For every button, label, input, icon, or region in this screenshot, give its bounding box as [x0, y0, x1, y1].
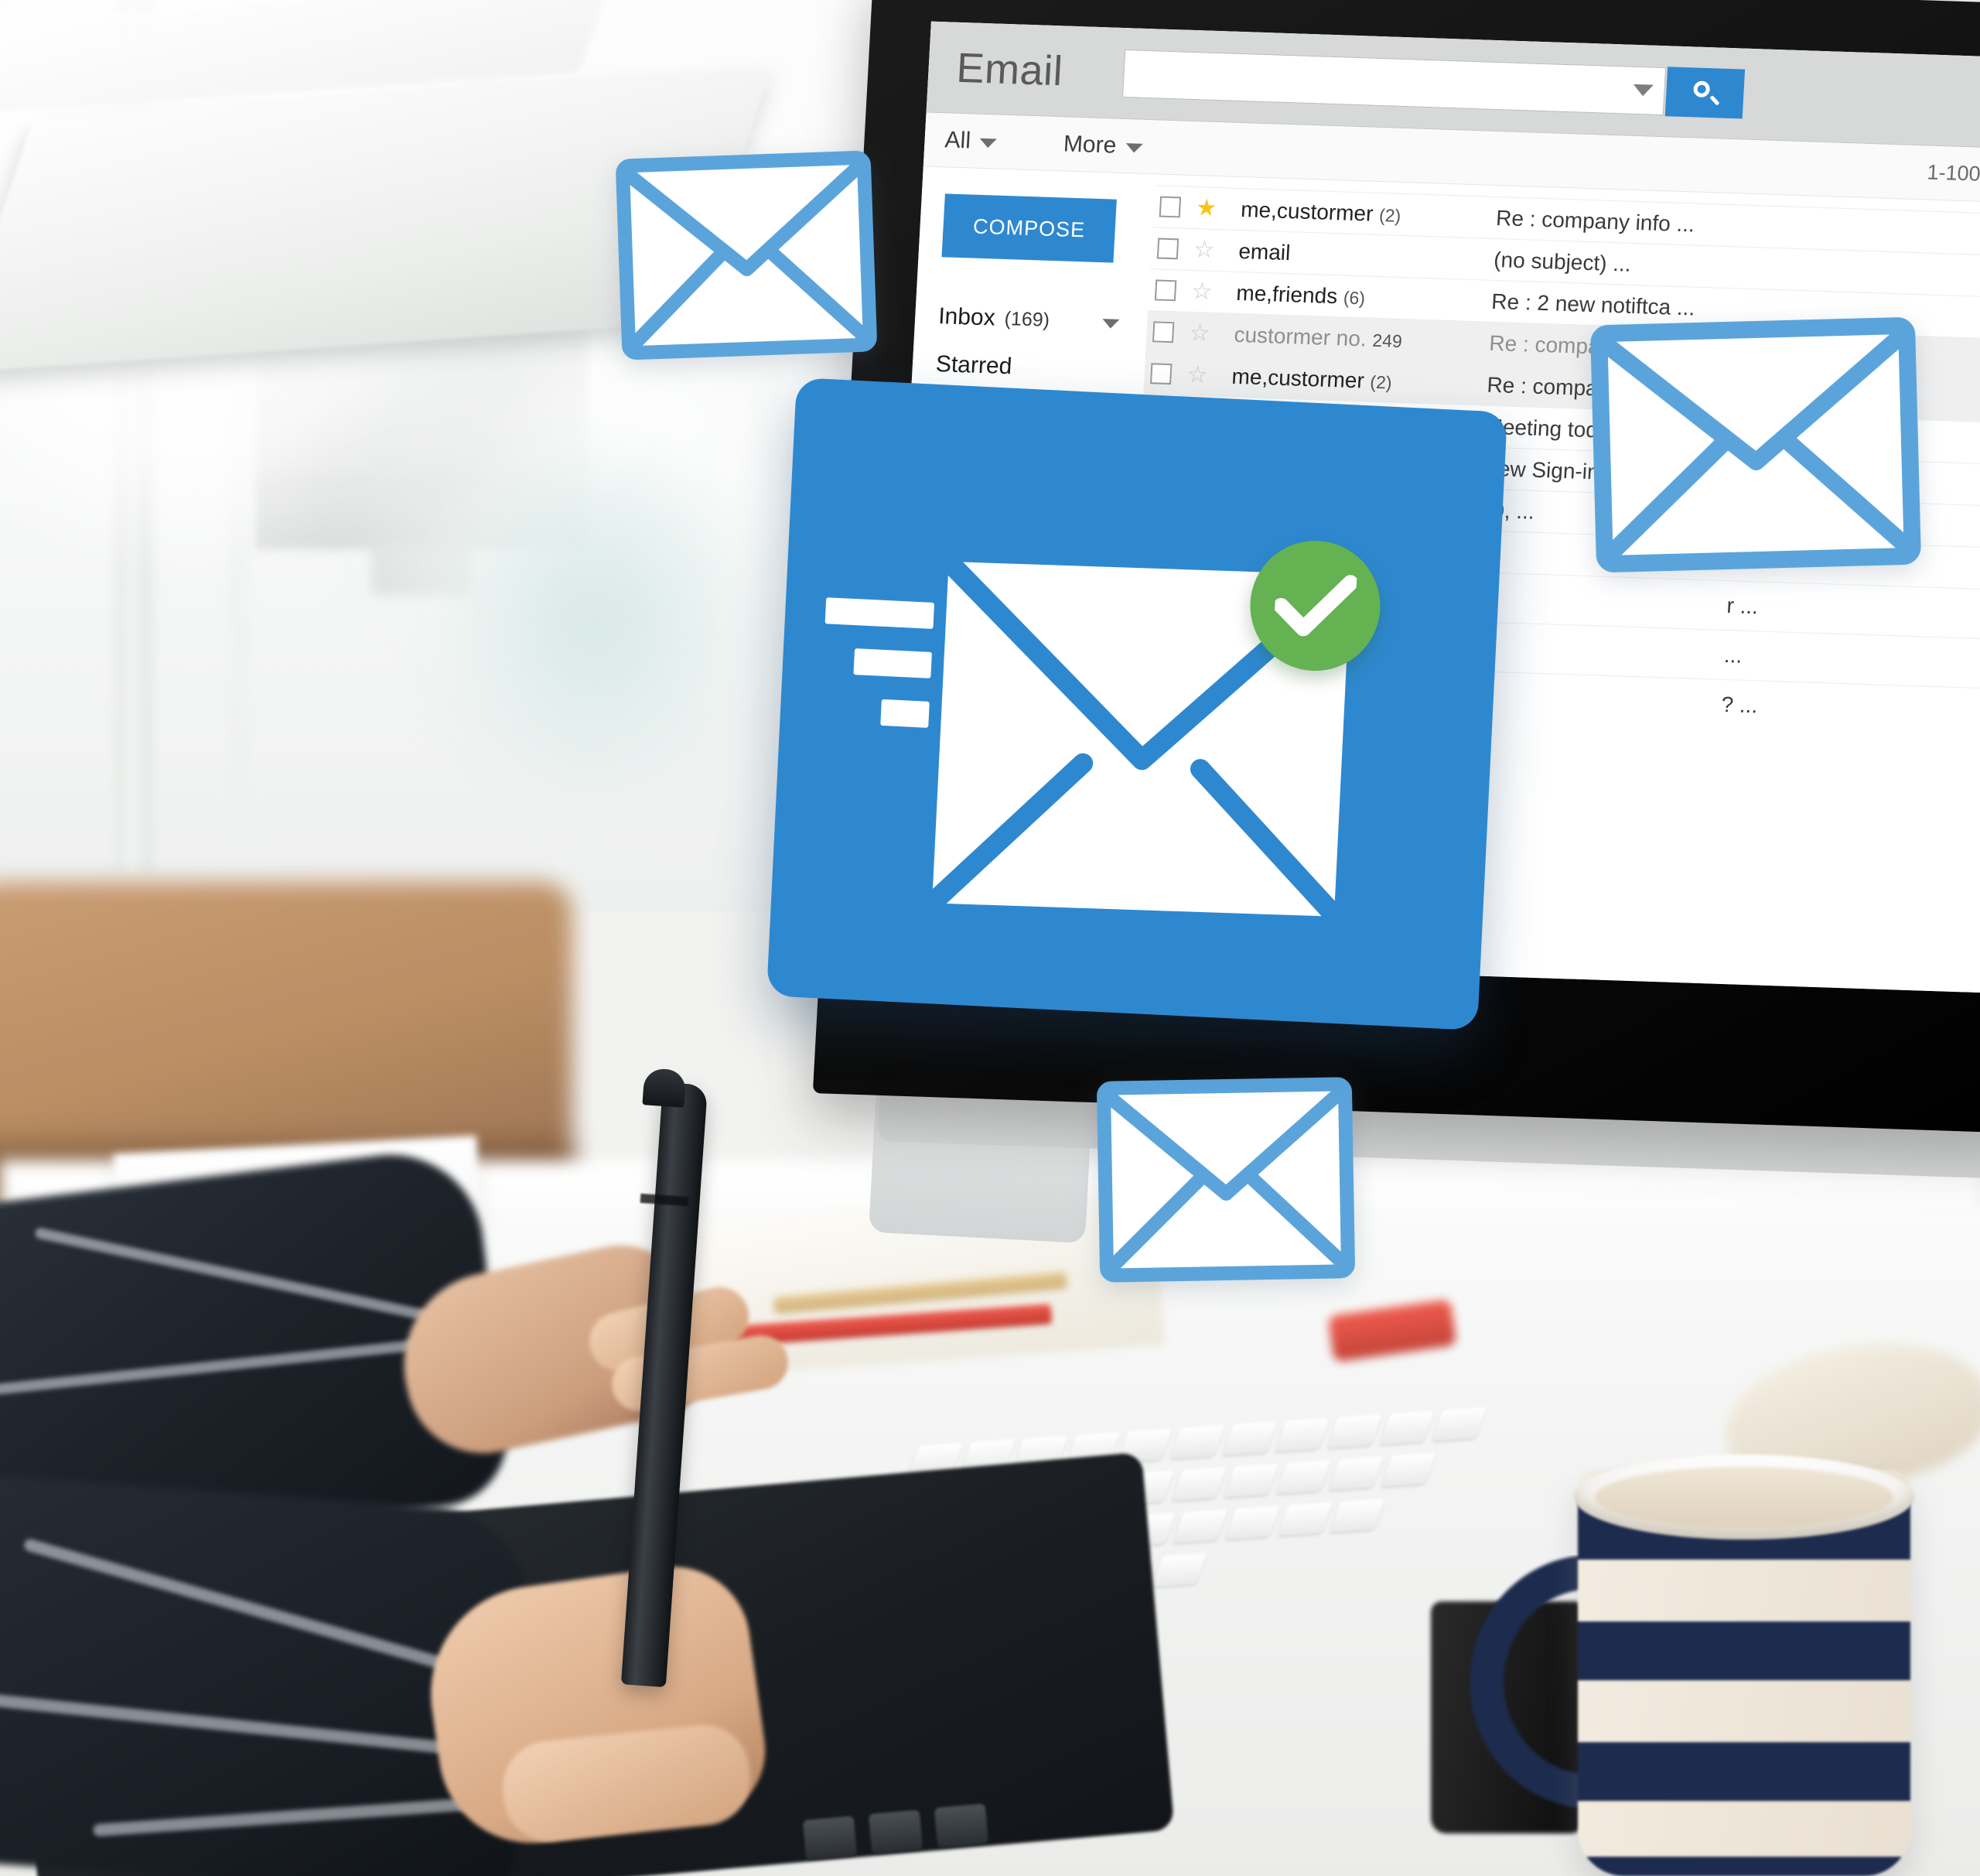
email-subject: Re : 2 new notiftca ...	[1490, 289, 1696, 320]
row-checkbox[interactable]	[1154, 279, 1177, 302]
email-sent-card	[766, 378, 1507, 1030]
email-sender-count: (2)	[1369, 371, 1393, 393]
chevron-down-icon[interactable]	[1632, 84, 1654, 97]
star-filled-icon[interactable]: ★	[1196, 195, 1224, 221]
floating-envelope-bottom	[1097, 1077, 1355, 1283]
search-icon	[1692, 80, 1717, 104]
email-sender-name: me,friends	[1235, 280, 1339, 308]
email-sender-count: 249	[1371, 330, 1403, 351]
floating-envelope-right	[1590, 317, 1921, 573]
row-checkbox[interactable]	[1156, 237, 1179, 260]
search-input[interactable]	[1134, 60, 1627, 104]
email-sender: me,custormer (2)	[1231, 364, 1488, 397]
email-sender: me,custormer (2)	[1241, 197, 1497, 231]
email-sender: custormer no. 249	[1234, 322, 1490, 355]
speed-lines-icon	[819, 597, 935, 751]
row-checkbox[interactable]	[1159, 196, 1182, 218]
compose-button[interactable]: COMPOSE	[941, 193, 1117, 263]
stylus-pen-tip	[642, 1068, 687, 1108]
email-subject: ? ...	[1720, 692, 1759, 717]
mug-interior	[1595, 1467, 1893, 1529]
window-teal-reflection	[433, 433, 758, 805]
row-checkbox[interactable]	[1152, 321, 1175, 343]
tablet-button-2	[868, 1809, 923, 1854]
star-outline-icon[interactable]: ☆	[1189, 320, 1217, 346]
tablet-button-3	[934, 1803, 989, 1848]
filter-all-label: All	[944, 126, 971, 153]
email-subject: ...	[1723, 642, 1743, 668]
email-sender-name: me,custormer	[1240, 196, 1374, 226]
row-checkbox[interactable]	[1150, 363, 1173, 385]
email-sender-name: custormer no.	[1233, 322, 1367, 350]
star-outline-icon[interactable]: ☆	[1191, 278, 1219, 304]
pagination-label: 1-100 of 346	[1926, 160, 1980, 187]
chevron-down-icon	[979, 138, 998, 149]
sidebar-item-count: (169)	[1003, 307, 1050, 331]
email-sender-name: me,custormer	[1231, 364, 1365, 392]
screenshot-root: Email All More 1-100 COMPOSE Inbox (169)…	[0, 0, 1980, 1876]
chevron-down-icon	[1125, 142, 1143, 153]
more-label: More	[1063, 130, 1118, 159]
email-sender: me,friends (6)	[1236, 280, 1493, 313]
search-bar	[1121, 48, 1745, 118]
star-outline-icon[interactable]: ☆	[1193, 237, 1221, 263]
filter-all-dropdown[interactable]: All	[944, 127, 998, 155]
email-sender-count: (6)	[1343, 286, 1366, 308]
email-sender: email	[1238, 238, 1495, 272]
chevron-down-icon[interactable]	[1101, 319, 1120, 329]
floating-envelope-top-left	[616, 150, 878, 361]
tablet-button-1	[802, 1816, 858, 1861]
more-dropdown[interactable]: More	[1063, 131, 1143, 159]
page-title: Email	[955, 44, 1064, 94]
email-subject: r ...	[1726, 593, 1759, 618]
search-button[interactable]	[1664, 66, 1745, 118]
sidebar-item-inbox[interactable]: Inbox (169)	[937, 292, 1149, 347]
sidebar-item-label: Inbox	[937, 303, 996, 331]
email-sender-name: email	[1238, 238, 1292, 265]
star-outline-icon[interactable]: ☆	[1186, 361, 1214, 388]
email-sender-count: (2)	[1378, 204, 1402, 226]
email-subject: Re : company info ...	[1495, 205, 1695, 236]
search-input-wrapper[interactable]	[1121, 49, 1666, 115]
email-subject: (no subject) ...	[1493, 247, 1632, 276]
sidebar-item-label: Starred	[935, 351, 1013, 380]
